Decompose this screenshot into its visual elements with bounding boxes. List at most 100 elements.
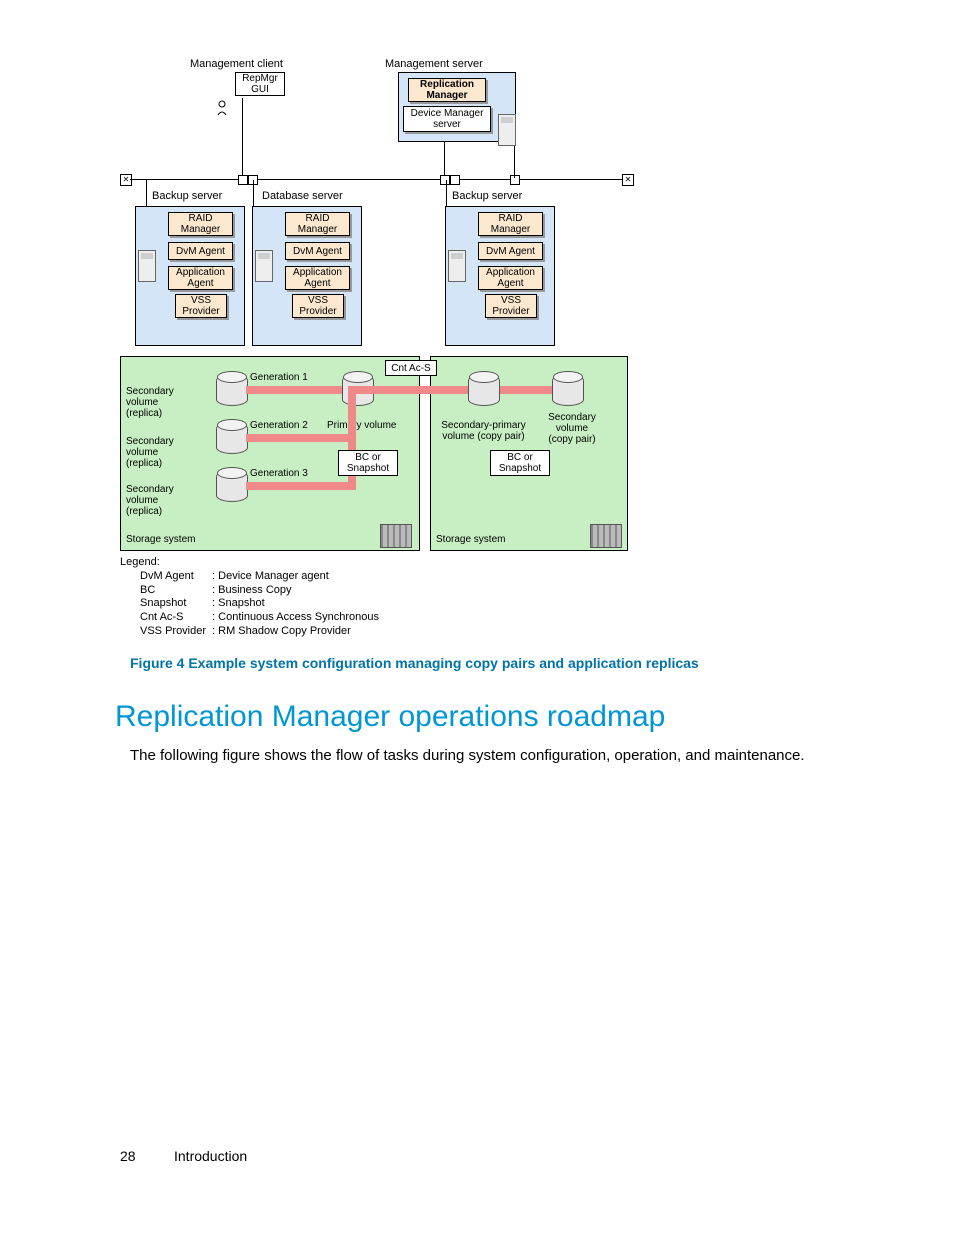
application-agent-box: ApplicationAgent (285, 266, 350, 290)
replication-arrow (246, 434, 356, 442)
network-endpoint-icon: ✕ (622, 174, 634, 186)
raid-line1: RAID (189, 213, 213, 224)
device-manager-server-box: Device Manager server (403, 106, 491, 132)
vss-line2: Provider (182, 306, 219, 317)
network-junction-icon (510, 175, 520, 185)
primary-volume-label: Primary volume (327, 420, 396, 431)
vss-provider-box: VSSProvider (175, 294, 227, 318)
repmgr-gui-box: RepMgr GUI (235, 72, 285, 96)
dvm-agent-box: DvM Agent (168, 242, 233, 260)
management-server-label: Management server (385, 58, 483, 70)
repmgr-gui-line2: GUI (251, 84, 269, 95)
generation-3-label: Generation 3 (250, 468, 308, 479)
legend: Legend: DvM Agent: Device Manager agent … (120, 556, 385, 639)
application-agent-box: ApplicationAgent (168, 266, 233, 290)
net-vline (242, 98, 243, 176)
cylinder-icon (552, 374, 584, 406)
app-agent-line1: Application (486, 267, 535, 278)
secondary-copy-label: Secondaryvolume(copy pair) (542, 412, 602, 445)
raid-line1: RAID (306, 213, 330, 224)
vss-line2: Provider (492, 306, 529, 317)
network-endpoint-icon: ✕ (120, 174, 132, 186)
drop-line (146, 180, 147, 206)
user-icon (215, 98, 235, 118)
dvm-agent-text: DvM Agent (293, 246, 342, 257)
figure-caption: Figure 4 Example system configuration ma… (130, 655, 830, 671)
app-agent-line2: Agent (497, 278, 523, 289)
app-agent-line1: Application (293, 267, 342, 278)
dms-line1: Device Manager (411, 108, 484, 119)
replication-manager-box: Replication Manager (408, 78, 486, 102)
drop-line (446, 180, 447, 206)
secondary-primary-label: Secondary-primaryvolume (copy pair) (436, 420, 531, 442)
bc-snapshot-box-1: BC orSnapshot (338, 450, 398, 476)
raid-manager-box: RAIDManager (478, 212, 543, 236)
vss-line2: Provider (299, 306, 336, 317)
replication-arrow (246, 482, 356, 490)
secondary-volume-label-1: Secondaryvolume(replica) (126, 386, 174, 419)
repmgr-gui-line1: RepMgr (242, 73, 278, 84)
vss-provider-box: VSSProvider (485, 294, 537, 318)
storage-array-icon (380, 524, 412, 548)
legend-title: Legend: (120, 556, 385, 570)
raid-line2: Manager (181, 224, 220, 235)
net-vline (514, 144, 515, 178)
bc-snapshot-box-2: BC orSnapshot (490, 450, 550, 476)
chapter-name: Introduction (174, 1148, 247, 1164)
storage-system-label-1: Storage system (126, 534, 195, 545)
cylinder-icon (468, 374, 500, 406)
cylinder-icon (216, 374, 248, 406)
vss-line1: VSS (191, 295, 211, 306)
legend-row: BC: Business Copy (140, 584, 385, 598)
drop-line (253, 180, 254, 206)
backup-server-label-2: Backup server (452, 190, 522, 202)
bc-or-line: BC or (355, 452, 381, 463)
dvm-agent-box: DvM Agent (478, 242, 543, 260)
raid-manager-box: RAIDManager (168, 212, 233, 236)
secondary-volume-label-2: Secondaryvolume(replica) (126, 436, 174, 469)
replication-arrow (500, 386, 552, 394)
app-agent-line1: Application (176, 267, 225, 278)
dvm-agent-box: DvM Agent (285, 242, 350, 260)
body-paragraph: The following figure shows the flow of t… (130, 747, 920, 764)
dvm-agent-text: DvM Agent (486, 246, 535, 257)
network-junction-icon (238, 175, 248, 185)
vss-provider-box: VSSProvider (292, 294, 344, 318)
generation-1-label: Generation 1 (250, 372, 308, 383)
cylinder-icon (216, 422, 248, 454)
network-junction-icon (440, 175, 450, 185)
rep-mgr-line2: Manager (426, 90, 467, 101)
management-client-label: Management client (190, 58, 283, 70)
cnt-ac-s-text: Cnt Ac-S (391, 363, 430, 374)
vss-line1: VSS (308, 295, 328, 306)
cylinder-icon (216, 470, 248, 502)
app-agent-line2: Agent (304, 278, 330, 289)
server-icon (138, 250, 156, 282)
raid-line2: Manager (491, 224, 530, 235)
server-icon (498, 114, 516, 146)
cnt-ac-s-box: Cnt Ac-S (385, 360, 437, 376)
system-configuration-diagram: ✕ ✕ Management client RepMgr GUI Managem… (120, 56, 630, 641)
legend-row: Cnt Ac-S: Continuous Access Synchronous (140, 611, 385, 625)
bc-or-line: BC or (507, 452, 533, 463)
generation-2-label: Generation 2 (250, 420, 308, 431)
dvm-agent-text: DvM Agent (176, 246, 225, 257)
raid-line2: Manager (298, 224, 337, 235)
application-agent-box: ApplicationAgent (478, 266, 543, 290)
vss-line1: VSS (501, 295, 521, 306)
app-agent-line2: Agent (187, 278, 213, 289)
legend-row: VSS Provider: RM Shadow Copy Provider (140, 625, 385, 639)
replication-arrow (356, 386, 472, 394)
network-junction-icon (450, 175, 460, 185)
rep-mgr-line1: Replication (420, 79, 474, 90)
backup-server-label-1: Backup server (152, 190, 222, 202)
raid-line1: RAID (499, 213, 523, 224)
storage-system-label-2: Storage system (436, 534, 505, 545)
snapshot-line: Snapshot (499, 463, 541, 474)
storage-array-icon (590, 524, 622, 548)
network-line (130, 179, 628, 180)
section-heading: Replication Manager operations roadmap (115, 700, 665, 734)
dms-line2: server (433, 119, 461, 130)
raid-manager-box: RAIDManager (285, 212, 350, 236)
server-icon (255, 250, 273, 282)
